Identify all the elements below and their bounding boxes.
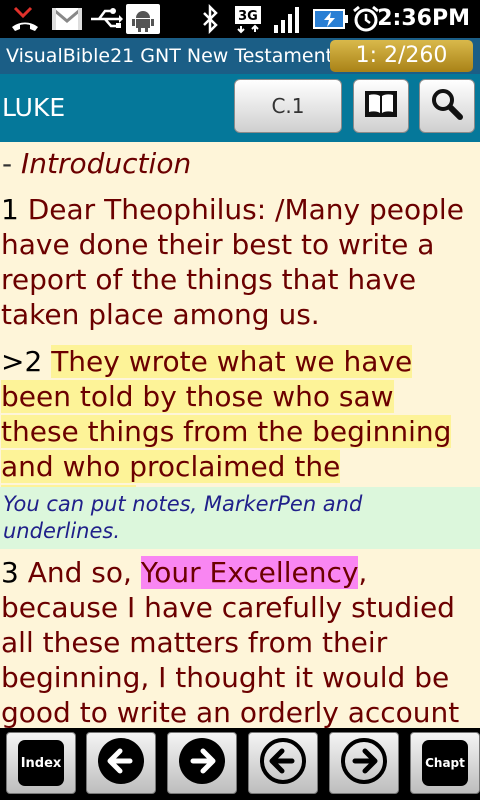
section-heading: - Introduction xyxy=(2,147,191,180)
index-button[interactable]: Index xyxy=(6,732,76,794)
verse-1[interactable]: 1 Dear Theophilus: /Many people have don… xyxy=(0,192,479,332)
book-icon xyxy=(364,90,398,122)
arrow-right-filled-icon xyxy=(177,736,227,790)
arrow-left-outline-icon xyxy=(258,736,308,790)
battery-charging-icon xyxy=(310,4,350,34)
status-time: 2:36PM xyxy=(377,6,470,31)
heading-label: Introduction xyxy=(21,147,192,180)
chapter-label: Chapt xyxy=(422,740,468,786)
book-name[interactable]: LUKE xyxy=(2,74,65,142)
android-debug-icon xyxy=(126,4,160,34)
search-icon xyxy=(430,87,464,125)
gmail-icon xyxy=(50,4,84,34)
heading-prefix: - xyxy=(2,147,22,180)
arrow-left-filled-icon xyxy=(96,736,146,790)
note-text: You can put notes, MarkerPen and underli… xyxy=(3,492,363,543)
search-button[interactable] xyxy=(419,79,475,133)
prev-verse-button[interactable] xyxy=(86,732,156,794)
book-button[interactable] xyxy=(353,79,409,133)
verse-text: Dear Theophilus: /Many people have done … xyxy=(1,193,464,331)
verse-marker: >2 xyxy=(1,345,43,378)
prev-page-button[interactable] xyxy=(248,732,318,794)
chapter-select-button[interactable]: C.1 xyxy=(234,79,342,133)
verse-text-rest: because I have carefully studied all the… xyxy=(1,591,460,728)
arrow-right-outline-icon xyxy=(339,736,389,790)
next-verse-button[interactable] xyxy=(167,732,237,794)
verse-number: 1 xyxy=(1,193,19,226)
scripture-text-area[interactable]: - Introduction 1 Dear Theophilus: /Many … xyxy=(0,142,480,728)
verse-text-comma: , xyxy=(358,556,368,589)
app-title: VisualBible21 GNT New Testament xyxy=(6,45,334,67)
bluetooth-icon xyxy=(196,4,224,34)
missed-call-icon xyxy=(8,4,42,34)
next-page-button[interactable] xyxy=(329,732,399,794)
svg-text:3G: 3G xyxy=(238,9,258,24)
bottom-toolbar: Index Chapt xyxy=(0,728,480,800)
verse-3[interactable]: 3 And so, Your Excellency, because I hav… xyxy=(0,555,479,728)
status-bar: 3G 2:36PM xyxy=(0,0,480,38)
verse-text-start: And so, xyxy=(27,556,132,589)
verse-number: 3 xyxy=(1,556,19,589)
book-toolbar: LUKE C.1 xyxy=(0,74,480,142)
chapter-button[interactable]: Chapt xyxy=(410,732,480,794)
marker-pen-highlight: Your Excellency xyxy=(140,556,359,589)
signal-icon xyxy=(272,4,304,34)
3g-icon: 3G xyxy=(232,4,266,34)
title-bar: VisualBible21 GNT New Testament 1: 2/260 xyxy=(0,38,480,74)
index-label: Index xyxy=(18,740,64,786)
usb-icon xyxy=(88,4,124,34)
note-box[interactable]: You can put notes, MarkerPen and underli… xyxy=(0,487,480,549)
verse-position-counter[interactable]: 1: 2/260 xyxy=(330,40,473,72)
